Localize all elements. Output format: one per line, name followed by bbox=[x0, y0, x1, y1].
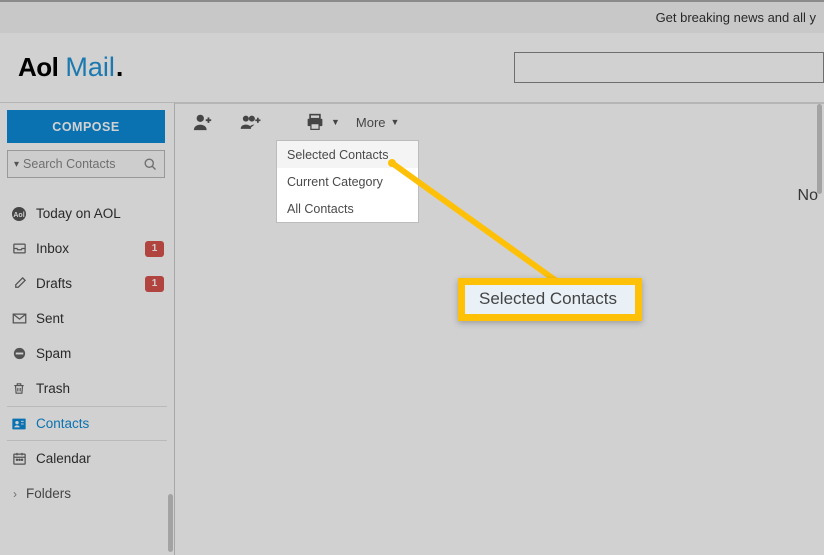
nav-contacts-label: Contacts bbox=[36, 416, 89, 431]
print-icon[interactable] bbox=[303, 110, 327, 134]
banner-text: Get breaking news and all y bbox=[656, 10, 816, 25]
logo-mail: Mail bbox=[65, 52, 115, 83]
dropdown-selected-contacts[interactable]: Selected Contacts bbox=[277, 141, 418, 168]
nav-sent-label: Sent bbox=[36, 311, 64, 326]
inbox-icon bbox=[9, 239, 29, 259]
nav-spam-label: Spam bbox=[36, 346, 71, 361]
more-button[interactable]: More ▼ bbox=[356, 115, 400, 130]
print-dropdown: Selected Contacts Current Category All C… bbox=[276, 140, 419, 223]
callout-box: Selected Contacts bbox=[458, 278, 642, 321]
nav-calendar-label: Calendar bbox=[36, 451, 91, 466]
svg-text:Aol: Aol bbox=[13, 212, 24, 219]
calendar-icon bbox=[9, 449, 29, 469]
top-banner: Get breaking news and all y bbox=[0, 0, 824, 33]
nav-today[interactable]: Aol Today on AOL bbox=[7, 196, 167, 231]
drafts-icon bbox=[9, 274, 29, 294]
toolbar: ▼ More ▼ bbox=[175, 104, 824, 140]
drafts-badge: 1 bbox=[145, 276, 164, 292]
contacts-icon bbox=[9, 414, 29, 434]
nav-inbox[interactable]: Inbox 1 bbox=[7, 231, 167, 266]
chevron-right-icon: › bbox=[13, 487, 17, 501]
add-contact-icon[interactable] bbox=[191, 110, 215, 134]
nav-drafts-label: Drafts bbox=[36, 276, 72, 291]
nav-trash-label: Trash bbox=[36, 381, 70, 396]
content-area: ▼ More ▼ Selected Contacts Current Categ… bbox=[175, 103, 824, 555]
nav-contacts[interactable]: Contacts bbox=[7, 406, 167, 441]
print-caret-icon[interactable]: ▼ bbox=[331, 117, 340, 127]
sent-icon bbox=[9, 309, 29, 329]
dd-current-label: Current Category bbox=[287, 175, 383, 189]
trash-icon bbox=[9, 379, 29, 399]
inbox-badge: 1 bbox=[145, 241, 164, 257]
logo: Aol Mail . bbox=[18, 52, 123, 83]
chevron-down-icon: ▾ bbox=[14, 159, 19, 170]
nav-trash[interactable]: Trash bbox=[7, 371, 167, 406]
nav-inbox-label: Inbox bbox=[36, 241, 69, 256]
nav-folders-label: Folders bbox=[26, 486, 71, 501]
search-icon bbox=[143, 157, 158, 172]
search-contacts-placeholder: Search Contacts bbox=[23, 157, 115, 171]
nav-spam[interactable]: Spam bbox=[7, 336, 167, 371]
logo-dot: . bbox=[116, 52, 124, 83]
no-contacts-text: No bbox=[798, 187, 818, 205]
logo-aol: Aol bbox=[18, 52, 58, 83]
nav-today-label: Today on AOL bbox=[36, 206, 121, 221]
add-group-icon[interactable] bbox=[239, 110, 263, 134]
more-label: More bbox=[356, 115, 386, 130]
sidebar-scrollbar[interactable] bbox=[168, 494, 173, 552]
nav-drafts[interactable]: Drafts 1 bbox=[7, 266, 167, 301]
header-search-input[interactable] bbox=[514, 52, 824, 83]
dropdown-current-category[interactable]: Current Category bbox=[277, 168, 418, 195]
header: Aol Mail . bbox=[0, 33, 824, 103]
content-scrollbar[interactable] bbox=[817, 104, 822, 194]
dd-all-label: All Contacts bbox=[287, 202, 354, 216]
caret-down-icon: ▼ bbox=[391, 117, 400, 127]
nav: Aol Today on AOL Inbox 1 Drafts 1 bbox=[7, 196, 167, 511]
search-contacts-input[interactable]: ▾ Search Contacts bbox=[7, 150, 165, 178]
sidebar: COMPOSE ▾ Search Contacts Aol Today on A… bbox=[0, 103, 175, 555]
callout-text: Selected Contacts bbox=[479, 289, 617, 308]
nav-sent[interactable]: Sent bbox=[7, 301, 167, 336]
compose-button[interactable]: COMPOSE bbox=[7, 110, 165, 143]
spam-icon bbox=[9, 344, 29, 364]
dd-selected-label: Selected Contacts bbox=[287, 148, 388, 162]
nav-folders[interactable]: › Folders bbox=[7, 476, 167, 511]
nav-calendar[interactable]: Calendar bbox=[7, 441, 167, 476]
dropdown-all-contacts[interactable]: All Contacts bbox=[277, 195, 418, 222]
aol-circle-icon: Aol bbox=[9, 204, 29, 224]
